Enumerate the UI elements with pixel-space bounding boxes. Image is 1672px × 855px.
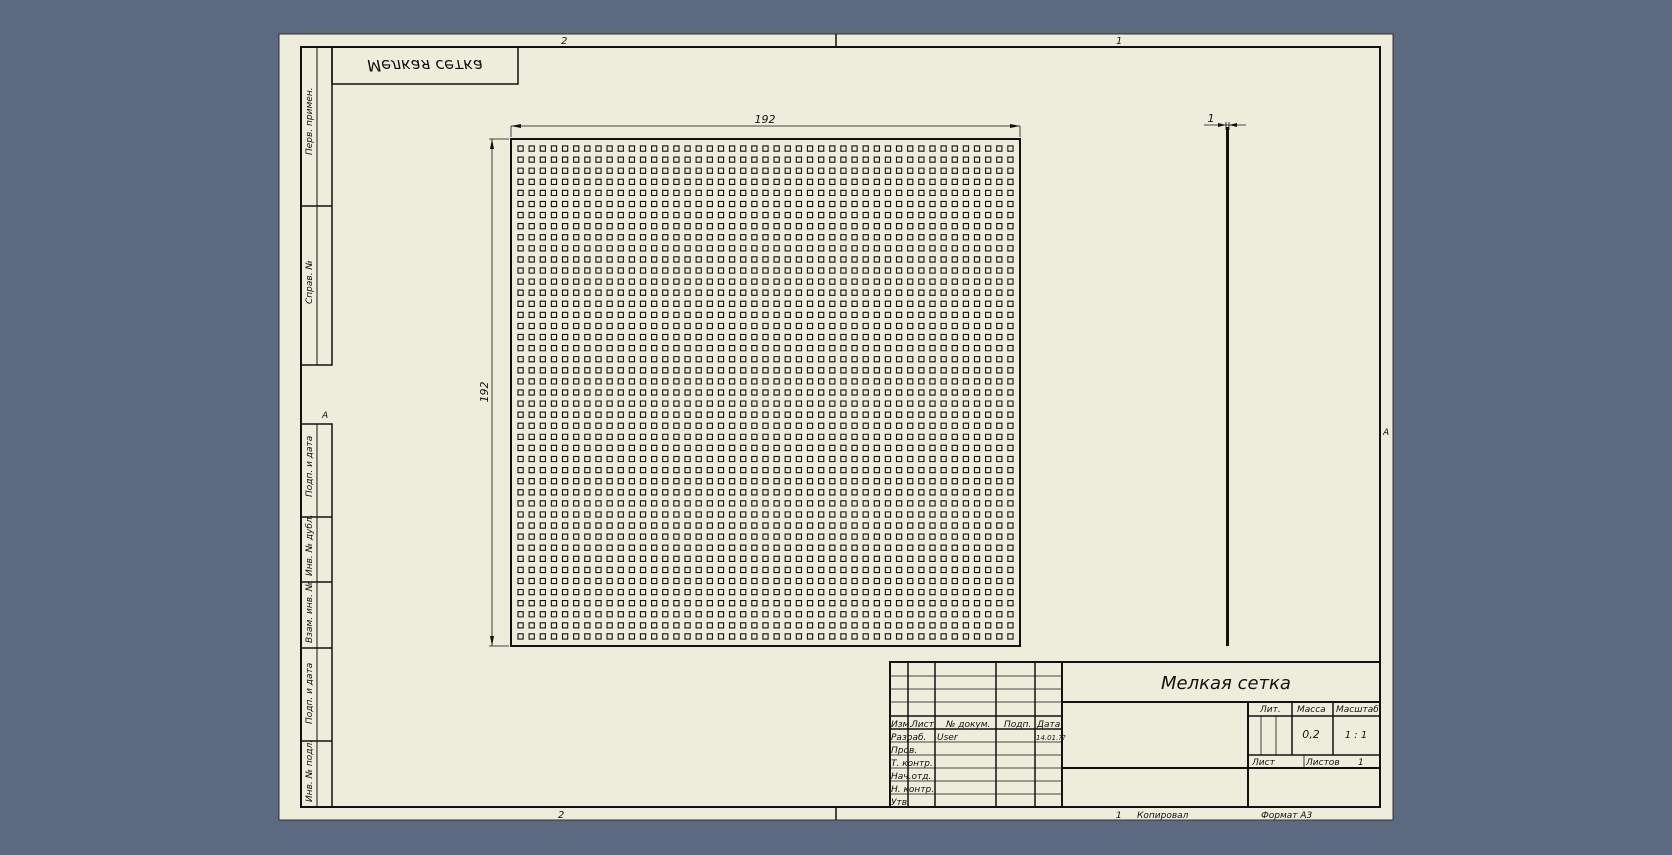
footer-sheet-no: 1 bbox=[1116, 811, 1122, 821]
tb-role-t-kontr: Т. контр. bbox=[891, 759, 933, 769]
side-label-inv-dubl: Инв. № дубл. bbox=[305, 514, 315, 576]
tb-listov-label: Листов bbox=[1305, 758, 1340, 768]
tb-date: 14.01.?? bbox=[1036, 734, 1066, 742]
tb-masshtab-label: Масштаб bbox=[1336, 705, 1379, 715]
zone-label-top-2: 2 bbox=[561, 36, 567, 47]
tb-lit-label: Лит. bbox=[1259, 705, 1281, 715]
tb-role-nach-otd: Нач.отд. bbox=[891, 772, 931, 782]
tb-header-doc-no: № докум. bbox=[945, 720, 990, 730]
drawing-sheet: 2 1 2 A A Перв. примен. Справ. № Подп. и… bbox=[278, 33, 1394, 821]
dimension-height-label: 192 bbox=[478, 382, 491, 403]
footer-copied: Копировал bbox=[1137, 811, 1189, 821]
dimension-thickness-label: 1 bbox=[1208, 112, 1215, 125]
tb-header-data: Дата bbox=[1036, 720, 1060, 730]
tb-list-label: Лист bbox=[1251, 758, 1276, 768]
tb-header-list: Лист bbox=[910, 720, 935, 730]
side-label-vzam-inv: Взам. инв. № bbox=[305, 582, 315, 643]
zone-label-bottom-2: 2 bbox=[558, 810, 564, 821]
tb-role-prov: Пров. bbox=[891, 746, 917, 756]
side-view-plate bbox=[1226, 127, 1229, 646]
side-label-inv-podl: Инв. № подл. bbox=[305, 740, 315, 802]
side-label-perv-primen: Перв. примен. bbox=[305, 87, 315, 155]
footer-format: Формат А3 bbox=[1261, 811, 1313, 821]
side-label-podp-data-1: Подп. и дата bbox=[305, 436, 315, 497]
zone-label-side-right: A bbox=[1382, 428, 1389, 438]
zone-label-side-left: A bbox=[321, 411, 328, 421]
side-label-sprav-no: Справ. № bbox=[305, 260, 315, 304]
zone-label-top-1: 1 bbox=[1116, 36, 1122, 47]
tb-header-podp: Подп. bbox=[1004, 720, 1031, 730]
dimension-width-label: 192 bbox=[755, 113, 776, 126]
tb-masshtab-value: 1 : 1 bbox=[1345, 730, 1367, 741]
mirrored-stamp-text: Мелкая сетка bbox=[367, 56, 482, 75]
tb-massa-value: 0,2 bbox=[1302, 728, 1320, 741]
tb-massa-label: Масса bbox=[1297, 705, 1326, 715]
tb-role-n-kontr: Н. контр. bbox=[891, 785, 934, 795]
title-block-name: Мелкая сетка bbox=[1161, 673, 1291, 694]
tb-header-izm: Изм. bbox=[891, 720, 912, 730]
side-label-podp-data-2: Подп. и дата bbox=[305, 663, 315, 724]
tb-role-razrab: Разраб. bbox=[891, 733, 926, 743]
tb-listov-value: 1 bbox=[1358, 758, 1364, 768]
tb-role-utv: Утв. bbox=[891, 798, 910, 808]
tb-developer: User bbox=[937, 733, 959, 743]
